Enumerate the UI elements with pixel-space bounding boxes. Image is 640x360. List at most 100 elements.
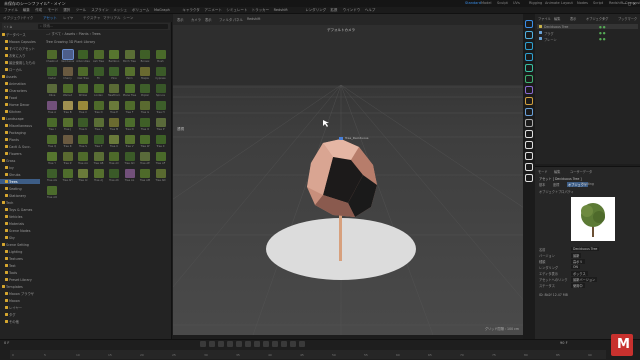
menu-item[interactable]: 作成 [35,8,42,13]
tool-icon[interactable] [525,75,533,83]
asset-thumbnail[interactable]: Tree Q [46,135,58,149]
tree-node[interactable]: Animation [0,81,40,86]
object-row[interactable]: Deciduous Tree ● ● [537,24,638,29]
tree-node[interactable]: レイヤー [0,305,40,310]
asset-thumbnail[interactable]: Tree J [62,118,74,132]
layout-tab[interactable]: Script [593,1,603,5]
tool-icon[interactable] [525,53,533,61]
asset-browser-tab[interactable]: シーン [123,16,133,21]
asset-thumbnail[interactable]: Tree N [124,118,136,132]
asset-thumbnail[interactable]: Tree AA [77,152,89,166]
asset-thumbnail[interactable]: Tree B [62,101,74,115]
asset-thumbnail[interactable]: Tree W [139,135,151,149]
object-manager-tab[interactable]: タグ [602,16,608,21]
tree-node[interactable]: Templates [0,284,40,289]
attribute-field-value[interactable]: 使用中 [571,283,585,288]
tree-node[interactable]: Scene Nodes [0,228,40,233]
asset-thumbnail[interactable]: Tree AM [139,169,151,183]
tool-icon[interactable] [525,130,533,138]
tree-node[interactable]: Stationery [0,193,40,198]
attribute-subtab[interactable]: 基本 [539,182,545,187]
object-row[interactable]: プレーン ● ● [537,36,638,42]
timeline-ruler[interactable] [10,350,606,359]
tree-node[interactable]: Scene Setting [0,242,40,247]
transport-button[interactable] [272,341,278,347]
menu-item[interactable]: キャラクタ [182,8,199,13]
menu-item[interactable]: アニメート [204,8,221,13]
menu-item[interactable]: メッシュ [113,8,127,13]
asset-thumbnail[interactable]: Tree O [139,118,151,132]
asset-thumbnail[interactable]: Bonsai [139,50,151,64]
tree-node[interactable]: Food [0,95,40,100]
menu-item[interactable]: 選択 [63,8,70,13]
tree-node[interactable]: Landscape [0,116,40,121]
tree-node[interactable]: Maxon [0,298,40,303]
tree-node[interactable]: Ivy [0,165,40,170]
tree-node[interactable]: Packaging [0,130,40,135]
tree-node[interactable]: Preset Library [0,277,40,282]
attribute-tab[interactable]: モード [538,169,548,174]
tree-node[interactable]: Tech [0,200,40,205]
attribute-subtab[interactable]: Planting [581,182,594,186]
layout-tab[interactable]: Standard [465,1,481,5]
asset-thumbnail[interactable]: Cypress [155,67,167,81]
attribute-field-value[interactable]: Deciduous Tree [571,247,600,251]
attribute-field-value[interactable]: 最新 [571,253,582,258]
asset-browser-tab[interactable]: レイヤ [63,16,73,21]
tree-node[interactable]: Toys & Games [0,207,40,212]
asset-thumbnail[interactable]: Tree AF [155,152,167,166]
tree-node[interactable]: Miscellaneous [0,123,40,128]
transport-button[interactable] [218,341,224,347]
asset-thumbnail[interactable]: Tree K [77,118,89,132]
asset-thumbnail[interactable]: Cedar [46,67,58,81]
viewport-menu-item[interactable]: パネル [233,17,243,22]
asset-thumbnail[interactable]: Birch Tree [123,50,136,64]
asset-thumbnail[interactable]: Tree AD [124,152,136,166]
viewport-menu-item[interactable]: フィルタ [219,17,232,22]
tree-node[interactable]: Trees [0,179,40,184]
asset-thumbnail[interactable]: Chestnut [46,50,58,64]
asset-thumbnail[interactable]: Olive [46,84,58,98]
tool-icon[interactable] [525,86,533,94]
tree-node[interactable]: すべてのアセット [0,46,40,51]
asset-thumbnail[interactable]: Tree U [108,135,120,149]
tree-node[interactable]: 最近使用したもの [0,60,40,65]
tree-node[interactable]: Seating [0,186,40,191]
tool-icon[interactable] [525,174,533,182]
attribute-field-value[interactable]: 最新バージョン [571,277,598,282]
attribute-field-value[interactable]: ON [571,265,580,269]
asset-thumbnail[interactable]: Tree AC [108,152,120,166]
tree-node[interactable]: Shrubs [0,172,40,177]
object-manager-tab[interactable]: 表示 [570,16,576,21]
tool-icon[interactable] [525,97,533,105]
transport-button[interactable] [209,341,215,347]
menu-item[interactable]: 編集 [23,8,30,13]
tool-icon[interactable] [525,64,533,72]
menu-item[interactable]: スプライン [91,8,109,13]
tree-node[interactable]: Characters [0,88,40,93]
menu-item[interactable]: シミュレート [226,8,247,13]
asset-thumbnail[interactable]: Fir [93,67,105,81]
asset-thumbnail[interactable]: Tree A [46,101,58,115]
asset-thumbnail[interactable]: Cherry [62,67,74,81]
tree-node[interactable]: Flowers [0,151,40,156]
transport-button[interactable] [254,341,260,347]
asset-browser-tab[interactable]: マテリアル [103,16,120,21]
asset-thumbnail[interactable]: Tree R [62,135,74,149]
asset-thumbnail[interactable]: Arborvitae [76,50,90,64]
tree-node[interactable]: Cacti & Succ. [0,144,40,149]
tree-node[interactable]: Materials [0,221,40,226]
transport-button[interactable] [236,341,242,347]
tree-node[interactable]: Text [0,263,40,268]
tool-icon[interactable] [525,20,533,28]
transport-button[interactable] [299,341,305,347]
asset-thumbnail[interactable]: Tree F [124,101,136,115]
transport-button[interactable] [263,341,269,347]
current-frame[interactable]: 0 F [4,341,9,345]
asset-browser-tab[interactable]: テクスチャ [83,16,100,21]
asset-thumbnail[interactable]: Tree X [155,135,167,149]
tree-node[interactable]: Grass [0,158,40,163]
asset-thumbnail[interactable]: Tree T [93,135,105,149]
asset-thumbnail[interactable]: Deciduous Tree [61,49,75,64]
asset-thumbnail[interactable]: Tree M [108,118,120,132]
